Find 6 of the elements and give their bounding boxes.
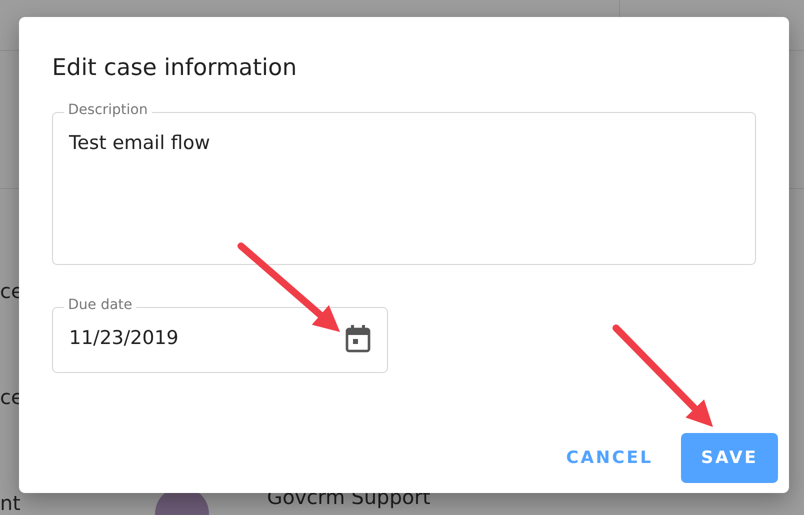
calendar-icon[interactable] [345, 325, 371, 353]
field-value: Test email flow [69, 132, 210, 154]
field-label: Description [64, 102, 152, 118]
text-fragment: nt [0, 491, 22, 515]
field-value: 11/23/2019 [69, 327, 179, 349]
dialog-title: Edit case information [52, 55, 298, 81]
